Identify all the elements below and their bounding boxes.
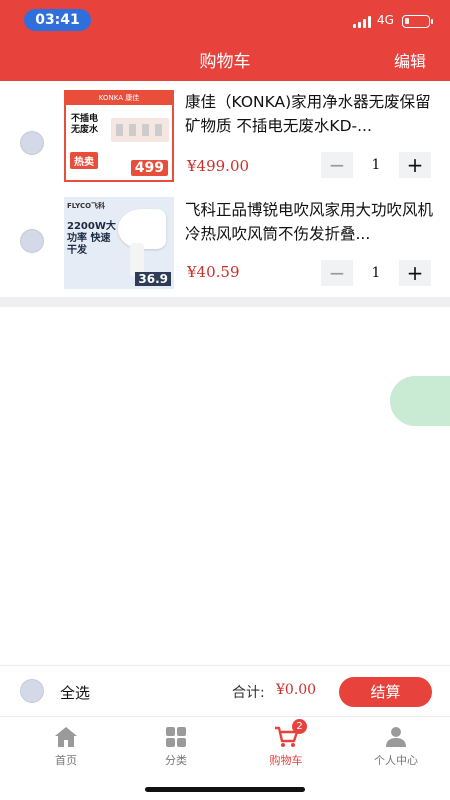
home-indicator[interactable]: [145, 787, 305, 792]
select-all-checkbox[interactable]: [20, 679, 44, 703]
signal-icon: [353, 16, 373, 28]
cart-badge: 2: [292, 719, 307, 734]
tab-cart[interactable]: 2 购物车: [230, 719, 342, 768]
home-icon: [53, 725, 79, 749]
status-time: 03:41: [24, 9, 91, 31]
thumb-price-tag: 36.9: [135, 272, 171, 286]
thumb-price-tag: 499: [130, 160, 168, 176]
thumb-hot-label: 热卖: [70, 152, 98, 169]
total-value: ¥0.00: [276, 682, 317, 698]
quantity-value[interactable]: 1: [353, 152, 399, 178]
increase-button[interactable]: +: [399, 260, 431, 286]
tab-category[interactable]: 分类: [120, 725, 232, 768]
product-image[interactable]: KONKA 康佳 不插电 无废水 热卖 499: [64, 90, 174, 182]
quantity-stepper: − 1 +: [321, 152, 431, 178]
decrease-button[interactable]: −: [321, 152, 353, 178]
decrease-button[interactable]: −: [321, 260, 353, 286]
thumb-headline: 2200W大功率 快速干发: [67, 221, 116, 256]
product-name[interactable]: 康佳（KONKA)家用净水器无废保留矿物质 不插电无废水KD-...: [185, 90, 435, 138]
quantity-stepper: − 1 +: [321, 260, 431, 286]
thumb-brand: KONKA 康佳: [66, 92, 172, 105]
thumb-slogan: 不插电 无废水: [71, 114, 99, 135]
battery-icon: [402, 15, 433, 28]
status-bar: 03:41 4G: [0, 0, 450, 38]
item-checkbox[interactable]: [20, 131, 44, 155]
total-label: 合计:: [232, 685, 265, 701]
cart-icon: 2: [273, 719, 307, 749]
tab-label: 购物车: [269, 754, 303, 767]
floating-assistive-button[interactable]: [390, 376, 450, 426]
tab-label: 分类: [165, 754, 187, 767]
product-price: ¥40.59: [187, 263, 240, 281]
product-image[interactable]: FLYCO飞科 2200W大功率 快速干发 36.9: [64, 197, 174, 289]
user-icon: [383, 725, 409, 749]
tab-label: 个人中心: [374, 754, 418, 767]
quantity-value[interactable]: 1: [353, 260, 399, 286]
edit-button[interactable]: 编辑: [394, 48, 426, 72]
cart-item: FLYCO飞科 2200W大功率 快速干发 36.9 飞科正品博锐电吹风家用大功…: [0, 197, 450, 307]
checkout-bar: 全选 合计: ¥0.00 结算: [0, 665, 450, 715]
section-divider: [0, 297, 450, 307]
item-checkbox[interactable]: [20, 229, 44, 253]
select-all-label[interactable]: 全选: [60, 682, 90, 703]
increase-button[interactable]: +: [399, 152, 431, 178]
purifier-panel: [111, 118, 169, 142]
tab-profile[interactable]: 个人中心: [340, 725, 450, 768]
product-price: ¥499.00: [187, 157, 250, 175]
network-label: 4G: [377, 13, 394, 27]
tab-home[interactable]: 首页: [10, 725, 122, 768]
thumb-brand: FLYCO飞科: [67, 202, 106, 210]
checkout-button[interactable]: 结算: [339, 677, 432, 707]
app-header: 03:41 4G 购物车 编辑: [0, 0, 450, 81]
product-name[interactable]: 飞科正品博锐电吹风家用大功吹风机冷热风吹风筒不伤发折叠...: [185, 198, 435, 246]
cart-item: KONKA 康佳 不插电 无废水 热卖 499 康佳（KONKA)家用净水器无废…: [0, 89, 450, 199]
category-icon: [163, 725, 189, 749]
tab-label: 首页: [55, 754, 77, 767]
page-title: 购物车: [199, 52, 251, 72]
